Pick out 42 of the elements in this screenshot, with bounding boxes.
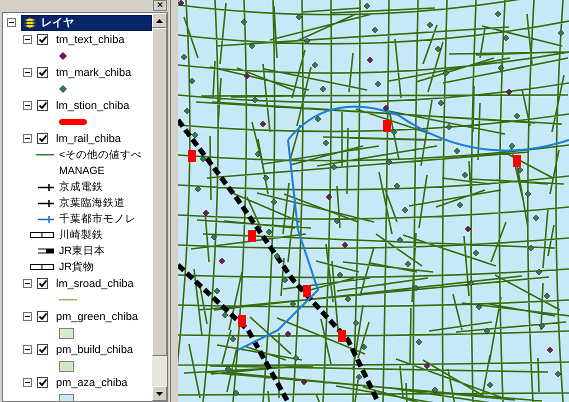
layer-checkbox[interactable] [37,67,48,78]
layer-checkbox[interactable] [37,311,48,322]
legend-label: MANAGE [59,164,105,178]
scrollbar[interactable] [152,13,167,401]
legend-label: 川崎製鉄 [59,228,103,242]
scroll-up-button[interactable] [152,13,167,28]
collapse-box[interactable] [23,134,32,143]
collapse-box[interactable] [23,35,32,44]
collapse-box[interactable] [23,378,32,387]
close-button[interactable]: × [153,0,167,11]
layer-checkbox[interactable] [37,344,48,355]
collapse-box[interactable] [23,312,32,321]
legend-label: <その他の値すべ [59,148,142,162]
collapse-box[interactable] [7,18,16,27]
layer-checkbox[interactable] [37,100,48,111]
collapse-box[interactable] [23,68,32,77]
legend-label: 京成電鉄 [59,180,103,194]
layer-name[interactable]: pm_green_chiba [56,310,138,324]
layer-name[interactable]: lm_sroad_chiba [56,276,134,290]
layer-name[interactable]: pm_aza_chiba [56,376,128,390]
layers-root-item[interactable]: レイヤ [21,14,152,30]
layer-name[interactable]: lm_stion_chiba [56,98,130,112]
layer-checkbox[interactable] [37,34,48,45]
scroll-down-button[interactable] [152,386,167,401]
layer-checkbox[interactable] [37,133,48,144]
collapse-box[interactable] [23,101,32,110]
layer-name[interactable]: pm_build_chiba [56,342,134,356]
layer-checkbox[interactable] [37,278,48,289]
layer-name[interactable]: lm_rail_chiba [56,132,121,146]
layer-name[interactable]: tm_text_chiba [56,32,124,46]
layer-name[interactable]: tm_mark_chiba [56,66,132,80]
collapse-box[interactable] [23,345,32,354]
scroll-thumb[interactable] [152,28,167,356]
layers-icon [23,16,37,28]
layer-checkbox[interactable] [37,377,48,388]
up-arrow-icon [156,18,163,22]
down-arrow-icon [156,392,163,396]
legend-label: JR東日本 [59,244,105,258]
legend-label: 千葉都市モノレ [59,212,136,226]
legend-label: JR貨物 [59,260,94,274]
collapse-box[interactable] [23,279,32,288]
legend-label: 京葉臨海鉄道 [59,196,125,210]
